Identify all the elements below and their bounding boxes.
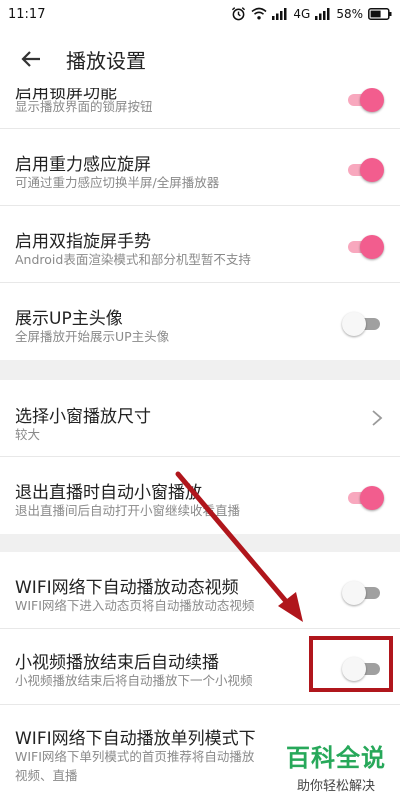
setting-subtitle: Android表面渲染模式和部分机型暂不支持 (15, 252, 251, 267)
page-title: 播放设置 (66, 49, 146, 73)
lockscreen-toggle[interactable] (344, 88, 384, 112)
watermark-title: 百科全说 (286, 744, 386, 772)
status-bar: 11:17 4G 58% (0, 0, 400, 30)
signal-icon-2 (315, 8, 330, 20)
signal-icon (272, 8, 287, 20)
setting-row-gravity-rotate[interactable]: 启用重力感应旋屏 可通过重力感应切换半屏/全屏播放器 (0, 129, 400, 206)
setting-title: 展示UP主头像 (15, 309, 123, 329)
up-avatar-toggle[interactable] (342, 312, 382, 336)
setting-subtitle-line2: 视频、直播 (15, 768, 78, 783)
battery-percent: 58% (336, 6, 363, 21)
setting-title: 选择小窗播放尺寸 (15, 407, 151, 427)
setting-row-lockscreen[interactable]: 启用锁屏功能 显示播放界面的锁屏按钮 (0, 88, 400, 129)
setting-subtitle: 较大 (15, 427, 41, 442)
setting-subtitle: 退出直播间后自动打开小窗继续收看直播 (15, 503, 241, 518)
setting-row-wifi-autoplay-dynamic[interactable]: WIFI网络下自动播放动态视频 WIFI网络下进入动态页将自动播放动态视频 (0, 552, 400, 629)
watermark: 百科全说 助你轻松解决 (286, 738, 386, 794)
alarm-icon (232, 7, 246, 21)
settings-list[interactable]: 启用锁屏功能 显示播放界面的锁屏按钮 启用重力感应旋屏 可通过重力感应切换半屏/… (0, 88, 400, 800)
watermark-subtitle: 助你轻松解决 (296, 779, 375, 794)
setting-subtitle: 可通过重力感应切换半屏/全屏播放器 (15, 175, 220, 190)
live-mini-window-toggle[interactable] (344, 486, 384, 510)
setting-subtitle: WIFI网络下进入动态页将自动播放动态视频 (15, 598, 255, 613)
setting-title: WIFI网络下自动播放动态视频 (15, 578, 239, 598)
setting-subtitle: 显示播放界面的锁屏按钮 (15, 99, 153, 114)
setting-row-live-mini-window[interactable]: 退出直播时自动小窗播放 退出直播间后自动打开小窗继续收看直播 (0, 457, 400, 534)
wifi-icon (251, 7, 267, 20)
wifi-autoplay-dynamic-toggle[interactable] (342, 581, 382, 605)
status-time: 11:17 (8, 7, 46, 22)
network-label: 4G (293, 6, 311, 21)
setting-subtitle: 小视频播放结束后将自动播放下一个小视频 (15, 673, 253, 688)
app-header: 播放设置 (0, 30, 400, 88)
setting-title: WIFI网络下自动播放单列模式下 (15, 729, 256, 749)
section-divider (0, 534, 400, 552)
setting-subtitle: WIFI网络下单列模式的首页推荐将自动播放 (15, 749, 255, 764)
section-divider (0, 360, 400, 380)
setting-title: 小视频播放结束后自动续播 (15, 653, 219, 673)
setting-row-up-avatar[interactable]: 展示UP主头像 全屏播放开始展示UP主头像 (0, 283, 400, 360)
chevron-right-icon (372, 410, 383, 426)
two-finger-rotate-toggle[interactable] (344, 235, 384, 259)
setting-subtitle: 全屏播放开始展示UP主头像 (15, 329, 170, 344)
setting-title: 启用重力感应旋屏 (15, 155, 151, 175)
setting-title: 退出直播时自动小窗播放 (15, 483, 202, 503)
setting-title: 启用双指旋屏手势 (15, 232, 151, 252)
back-arrow-icon[interactable] (16, 44, 46, 74)
battery-icon (368, 7, 392, 20)
status-icons: 4G 58% (231, 6, 392, 21)
setting-row-mini-window-size[interactable]: 选择小窗播放尺寸 较大 (0, 380, 400, 457)
annotation-highlight-box (309, 636, 393, 692)
gravity-rotate-toggle[interactable] (344, 158, 384, 182)
setting-row-two-finger-rotate[interactable]: 启用双指旋屏手势 Android表面渲染模式和部分机型暂不支持 (0, 206, 400, 283)
